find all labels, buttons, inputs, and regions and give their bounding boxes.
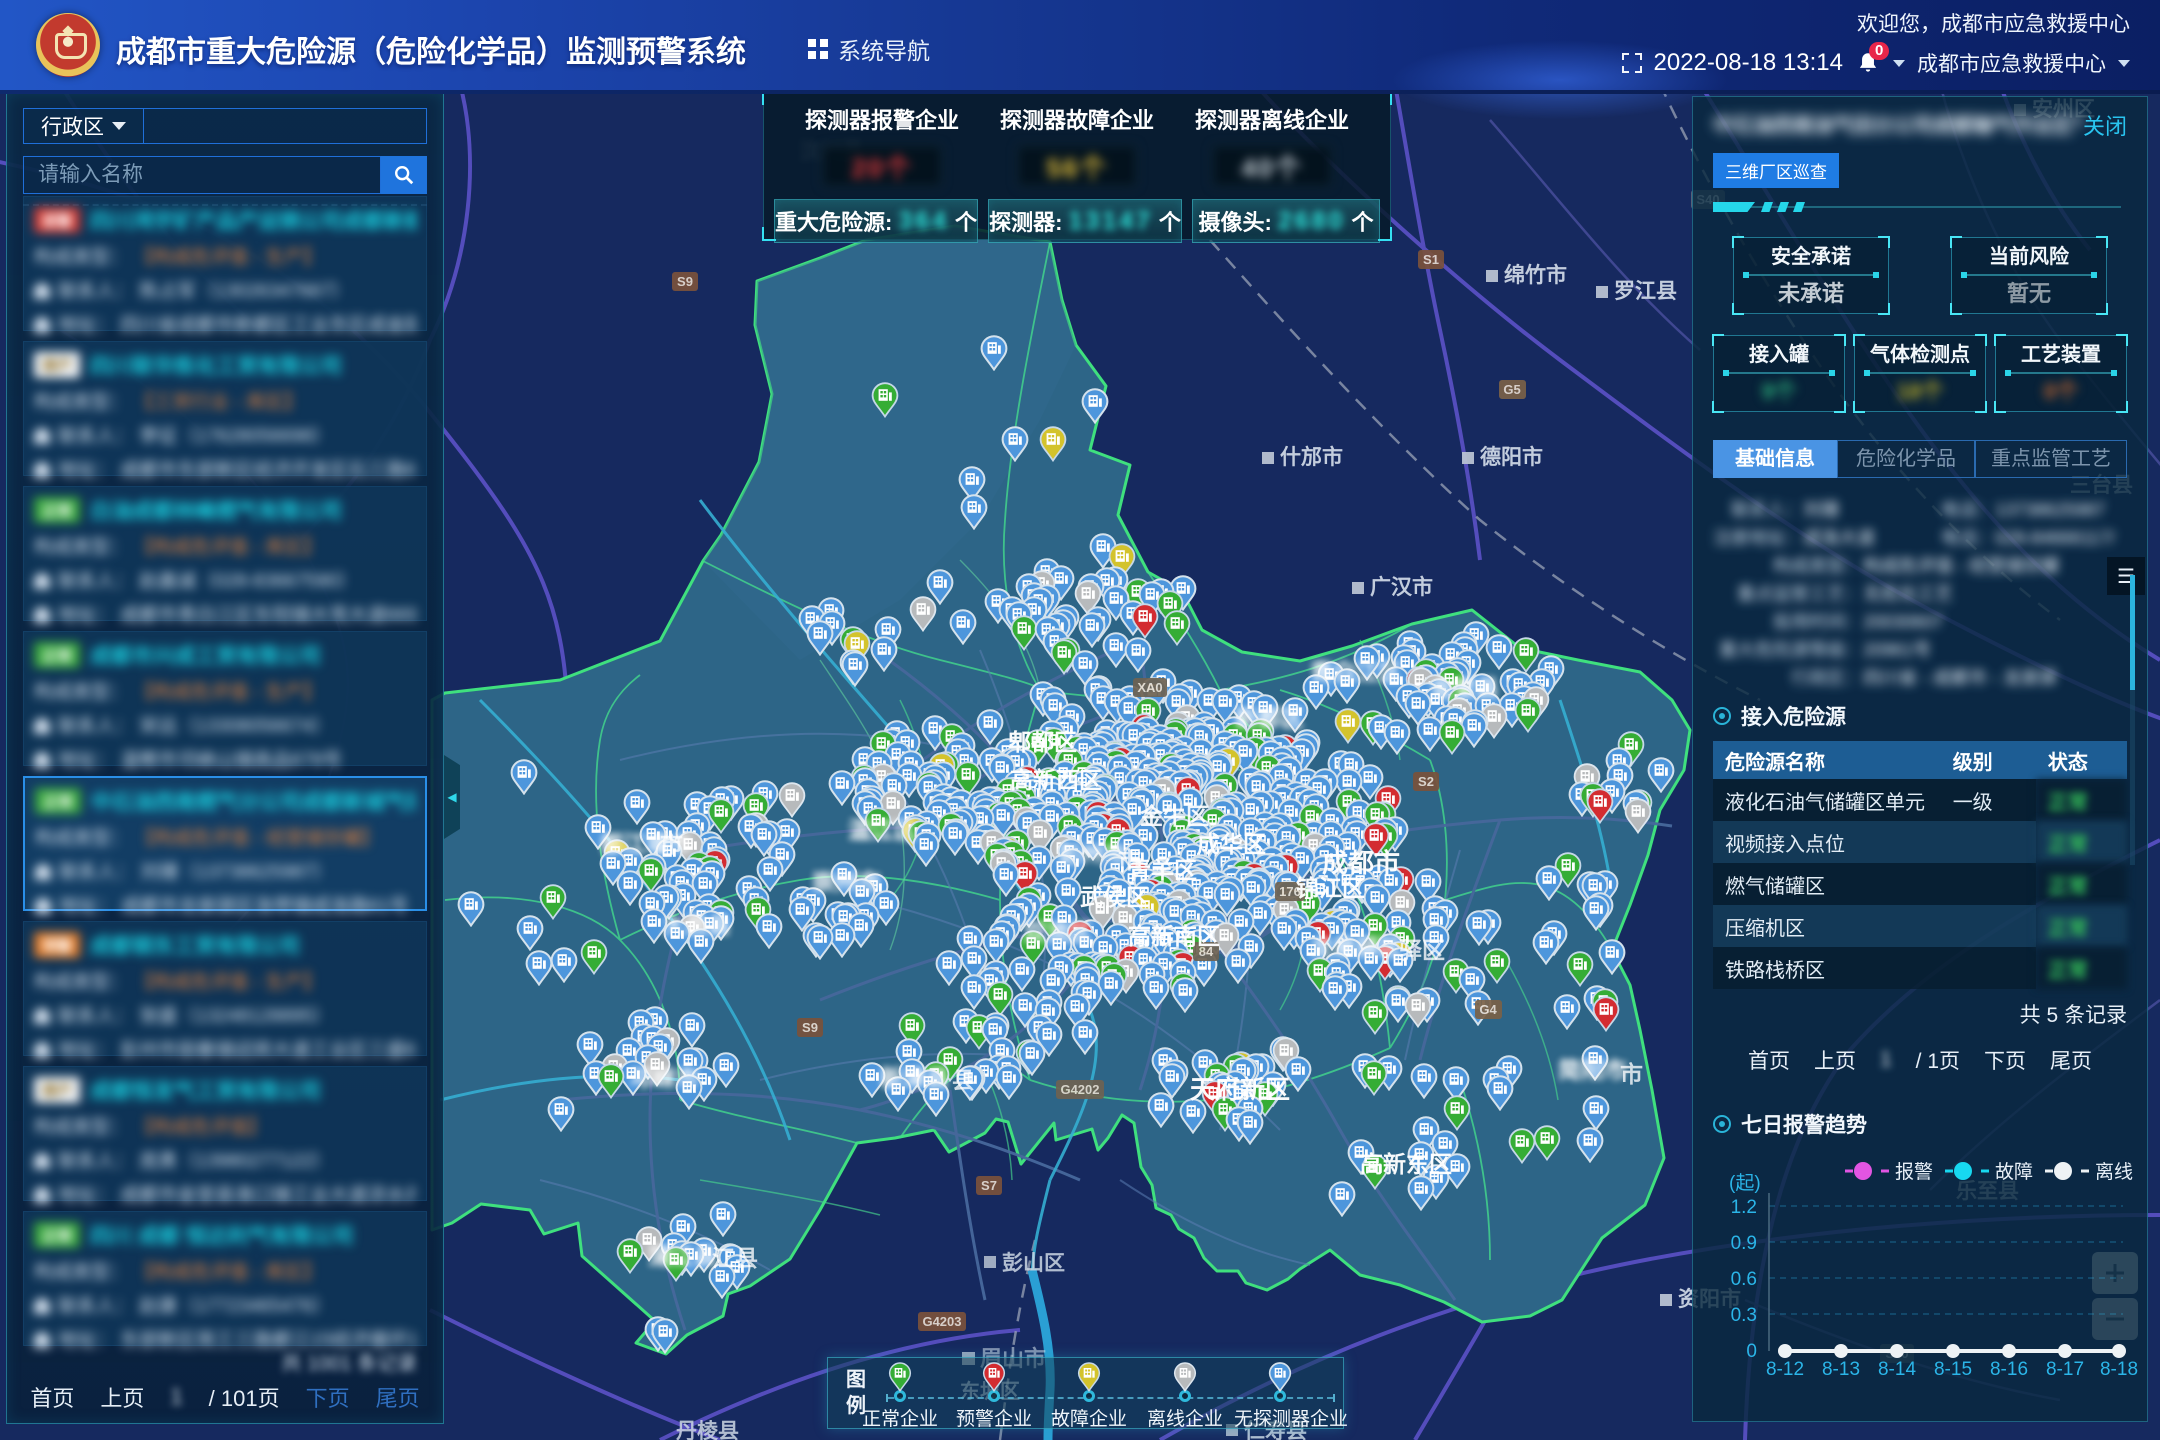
svg-text:温江区: 温江区	[848, 817, 917, 843]
svg-text:8-15: 8-15	[1934, 1359, 1972, 1380]
svg-text:大邑县: 大邑县	[662, 912, 731, 938]
svg-text:(起): (起)	[1729, 1172, 1761, 1194]
svg-text:德阳市: 德阳市	[1480, 445, 1543, 469]
svg-text:新都区: 新都区	[1235, 705, 1304, 731]
svg-text:绵竹市: 绵竹市	[1504, 263, 1567, 287]
svg-text:简阳市: 简阳市	[1558, 1057, 1627, 1083]
svg-text:0.9: 0.9	[1731, 1233, 1757, 1254]
svg-text:G4202: G4202	[1060, 1082, 1099, 1097]
svg-text:县: 县	[952, 1067, 975, 1093]
svg-text:广汉市: 广汉市	[1370, 575, 1433, 599]
svg-text:S2: S2	[1418, 774, 1434, 789]
svg-text:0.3: 0.3	[1731, 1305, 1757, 1326]
svg-text:8-18: 8-18	[2100, 1359, 2138, 1380]
svg-text:新津县: 新津县	[880, 1065, 949, 1091]
svg-text:郫都区: 郫都区	[1008, 729, 1077, 755]
svg-text:青羊区: 青羊区	[1128, 857, 1197, 883]
svg-text:天府新区: 天府新区	[1190, 1075, 1290, 1104]
svg-text:什邡市: 什邡市	[1280, 445, 1343, 469]
svg-text:高新东区: 高新东区	[1360, 1151, 1452, 1177]
svg-text:8-14: 8-14	[1878, 1359, 1916, 1380]
svg-text:G5: G5	[1503, 382, 1520, 397]
svg-text:彭州市: 彭州市	[1058, 841, 1127, 867]
svg-text:成华区: 成华区	[1197, 831, 1266, 857]
svg-text:蒲江县: 蒲江县	[648, 1243, 717, 1269]
svg-text:报警: 报警	[1895, 1161, 1933, 1183]
svg-text:丹棱县: 丹棱县	[676, 1420, 739, 1440]
svg-text:G4: G4	[1479, 1002, 1497, 1017]
svg-text:邛崃市: 邛崃市	[630, 1065, 699, 1091]
svg-text:双流区: 双流区	[1023, 919, 1092, 945]
svg-text:S1: S1	[1423, 252, 1439, 267]
svg-text:金牛区: 金牛区	[1139, 803, 1209, 829]
svg-text:离线: 离线	[2095, 1161, 2133, 1183]
svg-text:8-16: 8-16	[1990, 1359, 2028, 1380]
svg-text:成都市: 成都市	[1322, 848, 1400, 878]
svg-text:金堂县: 金堂县	[1429, 675, 1499, 701]
svg-text:8-12: 8-12	[1766, 1359, 1804, 1380]
svg-text:龙泉驿区: 龙泉驿区	[1310, 934, 1402, 960]
svg-text:S9: S9	[677, 274, 693, 289]
svg-text:高新南区: 高新南区	[1128, 923, 1220, 949]
svg-text:8-13: 8-13	[1822, 1359, 1860, 1380]
svg-text:驿区: 驿区	[1399, 937, 1445, 963]
svg-text:S7: S7	[981, 1178, 997, 1193]
svg-text:8-17: 8-17	[2046, 1359, 2084, 1380]
svg-text:罗江县: 罗江县	[1614, 280, 1677, 303]
svg-text:市: 市	[660, 831, 683, 857]
svg-text:0: 0	[1746, 1341, 1757, 1362]
svg-text:江县: 江县	[712, 1245, 758, 1271]
svg-text:高新西区: 高新西区	[1010, 767, 1102, 793]
svg-text:0.6: 0.6	[1731, 1269, 1757, 1290]
svg-text:青白江区: 青白江区	[1310, 659, 1402, 685]
svg-text:XA0: XA0	[1137, 680, 1162, 695]
svg-text:故障: 故障	[1995, 1161, 2033, 1183]
svg-text:S9: S9	[802, 1020, 818, 1035]
svg-text:1.2: 1.2	[1731, 1197, 1757, 1218]
svg-text:崇州市: 崇州市	[812, 869, 881, 895]
svg-text:市: 市	[1620, 1061, 1643, 1087]
svg-text:彭山区: 彭山区	[1002, 1251, 1065, 1275]
svg-text:G4203: G4203	[922, 1314, 961, 1329]
svg-text:武侯区: 武侯区	[1080, 884, 1149, 910]
svg-text:锦江区: 锦江区	[1296, 875, 1365, 901]
